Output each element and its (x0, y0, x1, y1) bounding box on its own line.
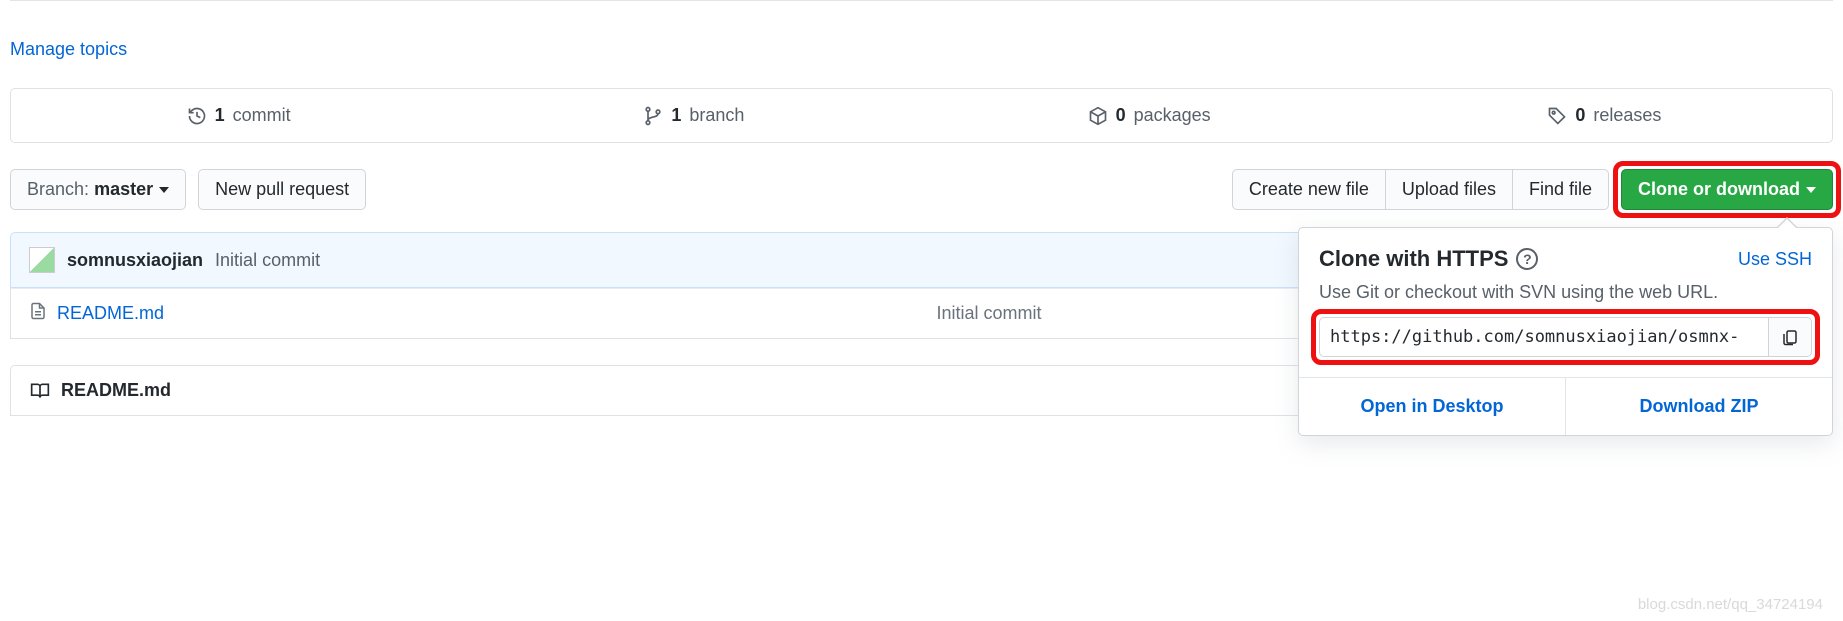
clone-or-download-button[interactable]: Clone or download (1621, 169, 1833, 210)
commits-count: 1 (215, 105, 225, 126)
clone-title-text: Clone with HTTPS (1319, 246, 1508, 272)
commits-label: commit (233, 105, 291, 126)
file-name-link[interactable]: README.md (57, 303, 164, 324)
divider (10, 0, 1833, 1)
upload-files-button[interactable]: Upload files (1385, 169, 1512, 210)
annotation-highlight: Clone or download (1621, 169, 1833, 210)
clone-popup: Clone with HTTPS ? Use SSH Use Git or ch… (1298, 227, 1833, 436)
repo-summary-bar: 1 commit 1 branch 0 packages 0 releases (10, 88, 1833, 143)
create-new-file-button[interactable]: Create new file (1232, 169, 1385, 210)
releases-cell[interactable]: 0 releases (1377, 89, 1832, 142)
find-file-button[interactable]: Find file (1512, 169, 1609, 210)
branches-cell[interactable]: 1 branch (466, 89, 921, 142)
branch-icon (643, 106, 663, 126)
readme-title: README.md (61, 380, 171, 401)
tag-icon (1547, 106, 1567, 126)
clone-button-label: Clone or download (1638, 179, 1800, 200)
download-zip-button[interactable]: Download ZIP (1565, 378, 1832, 435)
packages-count: 0 (1116, 105, 1126, 126)
copy-url-button[interactable] (1768, 317, 1812, 357)
avatar[interactable] (29, 247, 55, 273)
branch-name: master (94, 179, 153, 200)
caret-down-icon (159, 187, 169, 193)
commits-cell[interactable]: 1 commit (11, 89, 466, 142)
open-in-desktop-button[interactable]: Open in Desktop (1299, 378, 1565, 435)
branches-count: 1 (671, 105, 681, 126)
branches-label: branch (689, 105, 744, 126)
file-icon (29, 301, 47, 326)
releases-label: releases (1593, 105, 1661, 126)
use-ssh-link[interactable]: Use SSH (1738, 249, 1812, 270)
packages-label: packages (1134, 105, 1211, 126)
packages-cell[interactable]: 0 packages (922, 89, 1377, 142)
manage-topics-link[interactable]: Manage topics (10, 39, 127, 60)
annotation-highlight (1319, 317, 1812, 357)
clone-popup-title: Clone with HTTPS ? (1319, 246, 1538, 272)
package-icon (1088, 106, 1108, 126)
book-icon (29, 381, 51, 401)
commit-message[interactable]: Initial commit (215, 250, 320, 271)
clone-description: Use Git or checkout with SVN using the w… (1319, 282, 1812, 303)
branch-select-button[interactable]: Branch: master (10, 169, 186, 210)
branch-prefix: Branch: (27, 179, 89, 200)
clipboard-icon (1781, 328, 1799, 346)
history-icon (187, 106, 207, 126)
help-icon[interactable]: ? (1516, 248, 1538, 270)
clone-url-input[interactable] (1319, 317, 1768, 357)
commit-author[interactable]: somnusxiaojian (67, 250, 203, 271)
releases-count: 0 (1575, 105, 1585, 126)
watermark: blog.csdn.net/qq_34724194 (1638, 596, 1823, 613)
new-pull-request-button[interactable]: New pull request (198, 169, 366, 210)
file-actions-group: Create new file Upload files Find file (1232, 169, 1609, 210)
file-nav: Branch: master New pull request Create n… (10, 169, 1833, 210)
caret-down-icon (1806, 187, 1816, 193)
